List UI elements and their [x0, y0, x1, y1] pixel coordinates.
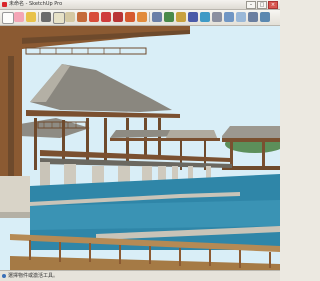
toolbar-separator — [38, 12, 39, 22]
zoom-extents-icon[interactable] — [236, 12, 246, 22]
main-toolbar — [0, 10, 280, 26]
line-icon[interactable] — [41, 12, 51, 22]
window-title: 未命名 - SketchUp Pro — [9, 1, 63, 7]
text-icon[interactable] — [176, 12, 186, 22]
title-bar: 未命名 - SketchUp Pro – □ × — [0, 0, 280, 10]
select-icon[interactable] — [2, 12, 14, 24]
rectangle-icon[interactable] — [53, 12, 65, 24]
arc-icon[interactable] — [77, 12, 87, 22]
zoom-icon[interactable] — [224, 12, 234, 22]
paint-bucket-icon[interactable] — [26, 12, 36, 22]
axes-icon[interactable] — [188, 12, 198, 22]
minimize-button[interactable]: – — [246, 1, 256, 9]
push-pull-icon[interactable] — [89, 12, 99, 22]
top-view-icon[interactable] — [260, 12, 270, 22]
iso-view-icon[interactable] — [248, 12, 258, 22]
maximize-button[interactable]: □ — [257, 1, 267, 9]
model-scene — [0, 26, 280, 270]
scale-icon[interactable] — [137, 12, 147, 22]
sketchup-logo-icon — [2, 2, 7, 7]
circle-icon[interactable] — [65, 12, 75, 22]
follow-me-icon[interactable] — [152, 12, 162, 22]
close-button[interactable]: × — [268, 1, 278, 9]
3d-viewport[interactable] — [0, 26, 280, 270]
rotate-icon[interactable] — [125, 12, 135, 22]
toolbar-separator — [149, 12, 150, 22]
pan-icon[interactable] — [212, 12, 222, 22]
eraser-icon[interactable] — [14, 12, 24, 22]
orbit-icon[interactable] — [200, 12, 210, 22]
offset-icon[interactable] — [101, 12, 111, 22]
window-controls: – □ × — [246, 1, 278, 9]
tape-measure-icon[interactable] — [164, 12, 174, 22]
info-icon — [2, 274, 6, 278]
move-icon[interactable] — [113, 12, 123, 22]
status-bar: 選擇物件或激活工具。 — [0, 270, 280, 281]
